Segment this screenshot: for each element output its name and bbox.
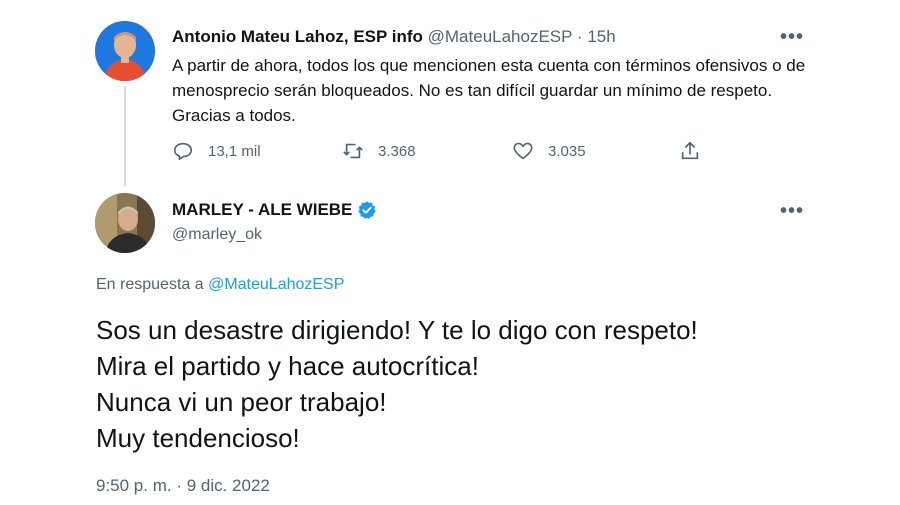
reply-icon <box>173 142 193 161</box>
replying-to-mention-link[interactable]: @MateuLahozESP <box>208 276 344 293</box>
reply-text-line: Nunca vi un peor trabajo! <box>96 387 387 417</box>
parent-tweet-text: A partir de ahora, todos los que mencion… <box>172 56 806 125</box>
reply-action[interactable]: 13,1 mil <box>172 140 261 162</box>
parent-time-ago[interactable]: 15h <box>587 27 615 46</box>
reply-tweet-text: Sos un desastre dirigiendo! Y te lo digo… <box>96 312 856 456</box>
parent-display-name[interactable]: Antonio Mateu Lahoz, ESP info <box>172 27 423 46</box>
parent-more-options-icon[interactable]: ••• <box>780 27 804 47</box>
reply-more-options-icon[interactable]: ••• <box>780 201 804 221</box>
parent-tweet-header: Antonio Mateu Lahoz, ESP info @MateuLaho… <box>172 26 616 48</box>
replying-to-prefix: En respuesta a <box>96 276 204 293</box>
reply-handle[interactable]: @marley_ok <box>172 226 262 244</box>
reply-text-line: Muy tendencioso! <box>96 423 300 453</box>
reply-display-name-row: MARLEY - ALE WIEBE <box>172 200 377 220</box>
parent-handle[interactable]: @MateuLahozESP <box>428 27 573 46</box>
reply-display-name[interactable]: MARLEY - ALE WIEBE <box>172 200 352 220</box>
avatar-mateu-lahoz[interactable] <box>95 21 155 81</box>
meta-separator: · <box>576 27 583 46</box>
verified-badge-icon <box>358 201 377 219</box>
retweet-action[interactable]: 3.368 <box>342 140 416 162</box>
heart-icon <box>513 142 533 160</box>
replying-to-line: En respuesta a @MateuLahozESP <box>96 276 344 294</box>
share-action[interactable] <box>679 140 715 162</box>
parent-action-bar: 13,1 mil 3.368 3.035 <box>172 140 712 170</box>
reply-count: 13,1 mil <box>208 142 261 160</box>
like-action[interactable]: 3.035 <box>512 140 586 162</box>
retweet-count: 3.368 <box>378 142 416 160</box>
retweet-icon <box>343 143 363 159</box>
like-count: 3.035 <box>548 142 586 160</box>
reply-text-line: Sos un desastre dirigiendo! Y te lo digo… <box>96 315 698 345</box>
share-icon <box>681 141 699 160</box>
reply-text-line: Mira el partido y hace autocrítica! <box>96 351 479 381</box>
thread-connector-line <box>124 86 126 186</box>
reply-timestamp[interactable]: 9:50 p. m. · 9 dic. 2022 <box>96 476 270 496</box>
avatar-marley[interactable] <box>95 193 155 253</box>
tweet-thread: Antonio Mateu Lahoz, ESP info @MateuLaho… <box>0 0 900 505</box>
